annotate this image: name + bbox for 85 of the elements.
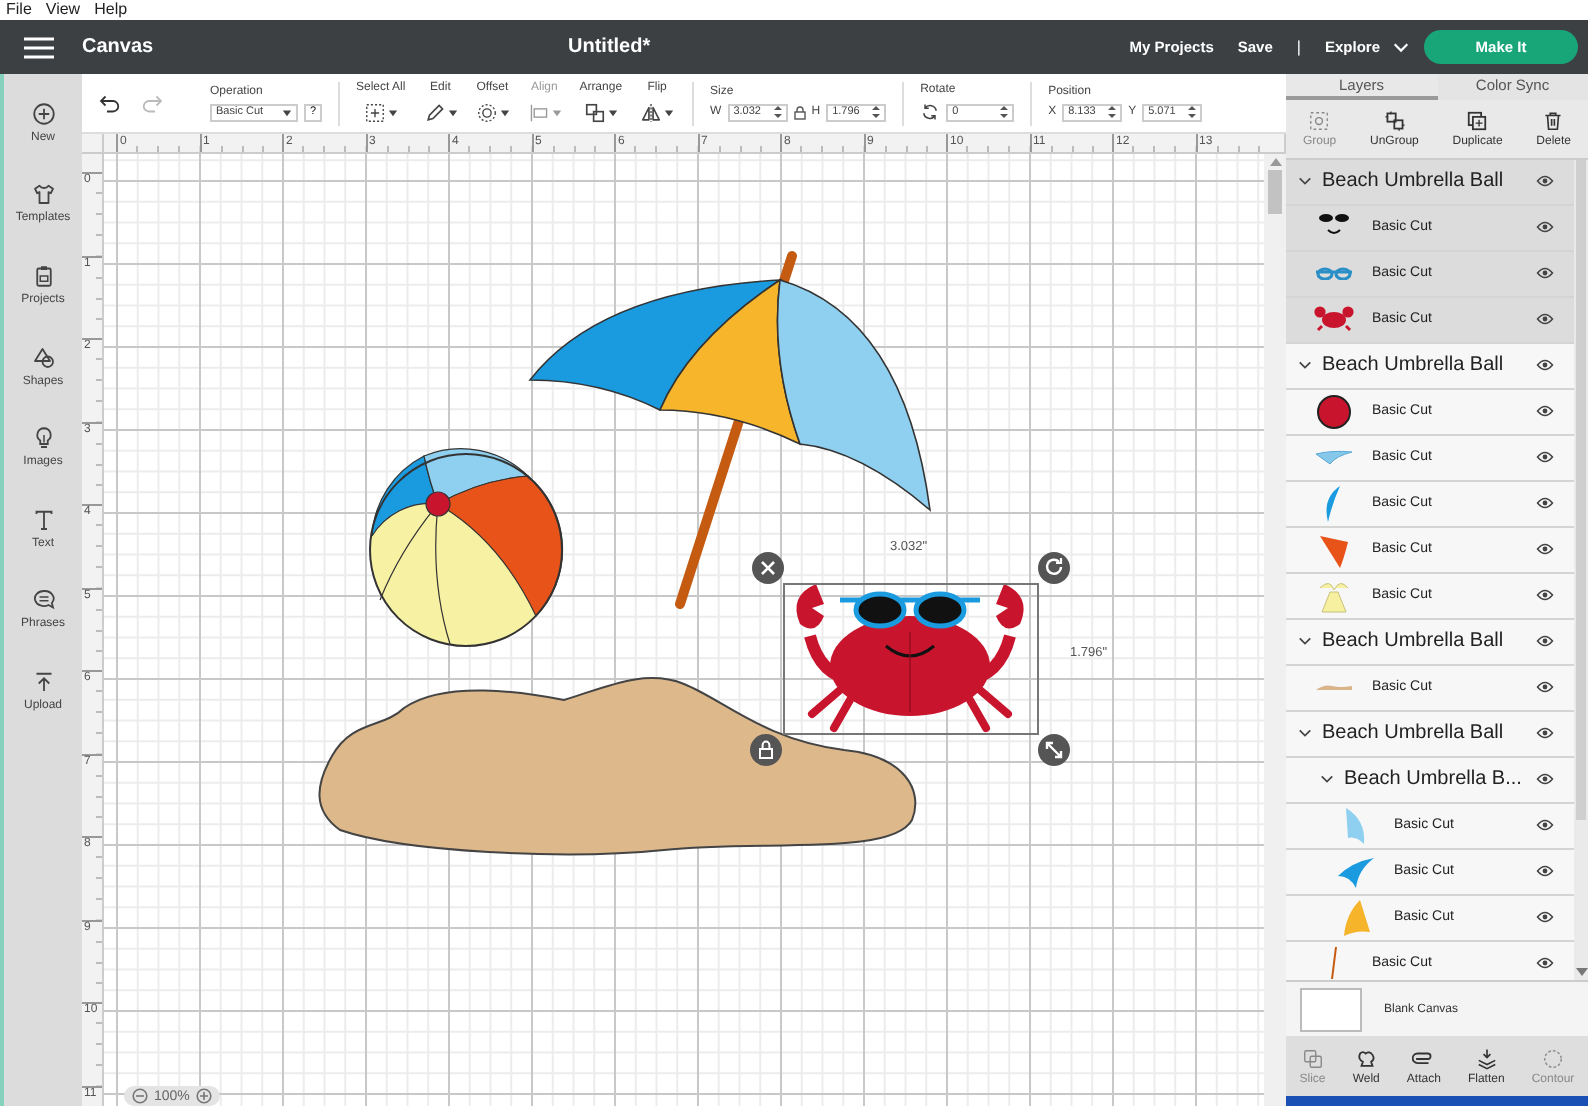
caret-icon [607, 108, 618, 118]
select-all-icon [363, 102, 386, 124]
rotate-icon[interactable] [1038, 552, 1070, 584]
menu-item[interactable]: Help [94, 0, 128, 20]
glasses-icon [1314, 266, 1354, 281]
scrollbar[interactable] [1574, 159, 1588, 981]
app-title: Canvas [82, 36, 156, 58]
duplicate-icon [1466, 109, 1489, 132]
group-icon [1308, 109, 1331, 132]
text-icon [31, 507, 55, 532]
clipboard-icon [31, 263, 55, 288]
spinner-icon[interactable] [1108, 106, 1117, 118]
arrange-icon [583, 102, 606, 124]
flip-icon [640, 102, 663, 124]
eye-icon[interactable] [1536, 726, 1554, 741]
zoom-in-icon[interactable] [195, 1088, 212, 1104]
stick-icon [1330, 946, 1338, 981]
scrollbar-thumb[interactable] [1268, 170, 1282, 214]
eye-icon[interactable] [1536, 910, 1554, 925]
chevron-icon[interactable] [1298, 358, 1312, 373]
spinner-icon[interactable] [1188, 106, 1197, 118]
scrollbar-thumb[interactable] [1576, 159, 1586, 820]
eye-icon[interactable] [1536, 450, 1554, 465]
menu-item[interactable]: View [45, 0, 81, 20]
caret-icon [282, 107, 292, 117]
plus-circle-icon [31, 101, 55, 126]
eye-icon[interactable] [1536, 956, 1554, 971]
undo-icon[interactable] [98, 91, 122, 115]
caret-icon [551, 108, 562, 118]
eye-icon[interactable] [1536, 174, 1554, 189]
offset-icon [475, 102, 498, 124]
chevron-icon[interactable] [1298, 726, 1312, 741]
chevron-icon[interactable] [1298, 174, 1312, 189]
lock-icon[interactable] [793, 105, 806, 119]
menu-icon[interactable] [24, 35, 54, 59]
chevron-icon[interactable] [1298, 634, 1312, 649]
eye-icon[interactable] [1536, 220, 1554, 235]
flatten-icon [1475, 1047, 1498, 1070]
pencil-icon [423, 102, 446, 124]
upload-icon [31, 669, 55, 694]
shirt-icon [31, 182, 55, 207]
trash-icon [1542, 109, 1565, 132]
chevron-icon[interactable] [1320, 772, 1334, 787]
shapes-icon [31, 345, 55, 370]
align-icon [527, 102, 550, 124]
header-separator: | [1296, 38, 1301, 56]
eye-icon[interactable] [1536, 312, 1554, 327]
weld-icon [1355, 1047, 1378, 1070]
caret-icon [447, 108, 458, 118]
contour-icon [1542, 1047, 1564, 1070]
eye-icon[interactable] [1536, 358, 1554, 373]
layer-group-row[interactable]: Beach Umbrella Ball [1286, 159, 1574, 206]
sand-strip-icon [1314, 683, 1354, 692]
menu-item[interactable]: File [6, 0, 32, 20]
eye-icon[interactable] [1536, 818, 1554, 833]
eye-icon[interactable] [1536, 680, 1554, 695]
spinner-icon[interactable] [1000, 106, 1009, 118]
eye-icon[interactable] [1536, 542, 1554, 557]
ungroup-icon [1383, 109, 1406, 132]
rotate-icon[interactable] [920, 102, 941, 122]
eye-icon[interactable] [1536, 588, 1554, 603]
canvas-swatch [1300, 987, 1362, 1032]
caret-icon [664, 108, 675, 118]
document-title: Untitled* [568, 36, 653, 58]
close-icon[interactable] [752, 552, 784, 584]
lightbulb-icon [31, 426, 55, 451]
eye-icon[interactable] [1536, 266, 1554, 281]
circle-icon [1314, 391, 1354, 432]
zoom-out-icon[interactable] [132, 1088, 148, 1104]
speech-bubble-icon [31, 588, 55, 613]
lock-icon[interactable] [750, 734, 782, 766]
scrollbar[interactable] [1264, 154, 1286, 1106]
eye-icon[interactable] [1536, 772, 1554, 787]
eye-icon[interactable] [1536, 634, 1554, 649]
paperclip-icon [1412, 1047, 1435, 1070]
eye-icon[interactable] [1536, 864, 1554, 879]
caret-icon [499, 108, 510, 118]
spinner-icon[interactable] [872, 106, 881, 118]
eye-icon[interactable] [1536, 496, 1554, 511]
resize-icon[interactable] [1038, 734, 1070, 766]
caret-icon [387, 108, 398, 118]
slice-icon [1301, 1047, 1324, 1070]
spinner-icon[interactable] [773, 106, 782, 118]
eye-icon[interactable] [1536, 404, 1554, 419]
chevron-icon [1392, 38, 1410, 56]
